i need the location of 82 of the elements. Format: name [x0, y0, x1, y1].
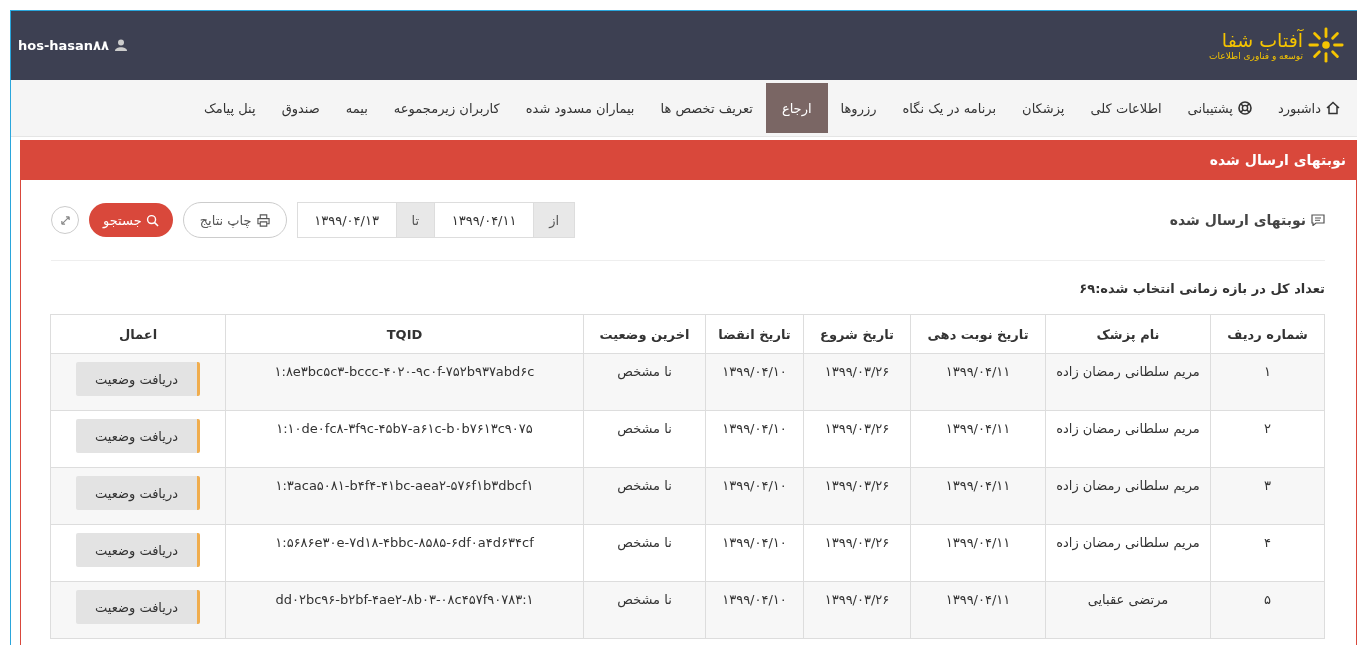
- get-status-button[interactable]: دریافت وضعیت: [76, 476, 200, 510]
- nav-tab[interactable]: کاربران زیرمجموعه: [380, 83, 513, 133]
- get-status-button[interactable]: دریافت وضعیت: [76, 419, 200, 453]
- nav-tab[interactable]: پزشکان: [1009, 83, 1078, 133]
- sun-logo-icon: [1307, 26, 1345, 64]
- nav-tab[interactable]: داشبورد: [1265, 83, 1353, 133]
- get-status-button[interactable]: دریافت وضعیت: [76, 362, 200, 396]
- table-cell: نا مشخص: [583, 581, 706, 639]
- nav-tab[interactable]: تعریف تخصص ها: [647, 83, 766, 133]
- table-cell: ۱:۱۰de۰fc۸-۳f۹c-۴۵b۷-a۶۱c-b۰b۷۶۱۳c۹۰۷۵: [225, 410, 584, 468]
- table-cell: ۵: [1210, 581, 1325, 639]
- table-cell: ۱:۸e۳bc۵c۳-bccc-۴۰۲۰-۹c۰f-۷۵۲b۹۳۷abd۶c: [225, 353, 584, 411]
- nav-tab[interactable]: بیمه: [332, 83, 381, 133]
- table-cell: ۱:۳aca۵۰۸۱-b۴f۴-۴۱bc-aea۲-۵۷۶f۱b۳dbcf۱: [225, 467, 584, 525]
- table-cell: ۱۳۹۹/۰۴/۱۱: [910, 467, 1046, 525]
- table-cell: نا مشخص: [583, 410, 706, 468]
- table-cell: ۱۳۹۹/۰۳/۲۶: [803, 581, 911, 639]
- get-status-button[interactable]: دریافت وضعیت: [76, 590, 200, 624]
- user-menu[interactable]: hos-hasan۸۸: [18, 37, 127, 53]
- table-cell: مریم سلطانی رمضان زاده: [1045, 353, 1211, 411]
- to-date-field[interactable]: ۱۳۹۹/۰۴/۱۳: [296, 202, 397, 238]
- column-header: تاریخ انقضا: [705, 314, 804, 354]
- nav-tab[interactable]: اطلاعات کلی: [1077, 83, 1175, 133]
- table-cell: dd۰۲bc۹۶-b۲bf-۴ae۲-۸b۰۳-۰۸c۴۵۷f۹۰۷۸۳:۱: [225, 581, 584, 639]
- column-header: اعمال: [50, 314, 226, 354]
- section-title: نوبتهای ارسال شده: [1169, 212, 1306, 228]
- column-header: تاریخ نوبت دهی: [910, 314, 1046, 354]
- table-cell: ۱۳۹۹/۰۳/۲۶: [803, 467, 911, 525]
- table-cell: مرتضی عقبایی: [1045, 581, 1211, 639]
- table-cell: ۱۳۹۹/۰۴/۱۱: [910, 524, 1046, 582]
- print-button[interactable]: چاپ نتایج: [182, 202, 287, 238]
- logo-title: آفتاب شفا: [1220, 29, 1303, 51]
- table-cell: مریم سلطانی رمضان زاده: [1045, 467, 1211, 525]
- table-cell: ۱: [1210, 353, 1325, 411]
- nav-tab[interactable]: پشتیبانی: [1174, 83, 1265, 133]
- table-cell: ۱۳۹۹/۰۴/۱۰: [705, 410, 804, 468]
- table-cell: نا مشخص: [583, 353, 706, 411]
- comment-icon: [1311, 214, 1325, 226]
- column-header: TQID: [225, 314, 584, 354]
- table-cell: ۲: [1210, 410, 1325, 468]
- nav-tab[interactable]: بیماران مسدود شده: [512, 83, 648, 133]
- table-cell: نا مشخص: [583, 524, 706, 582]
- table-cell: ۱۳۹۹/۰۴/۱۰: [705, 581, 804, 639]
- table-cell: ۴: [1210, 524, 1325, 582]
- table-cell: نا مشخص: [583, 467, 706, 525]
- table-cell: مریم سلطانی رمضان زاده: [1045, 524, 1211, 582]
- table-cell: ۱۳۹۹/۰۴/۱۰: [705, 353, 804, 411]
- nav-tab[interactable]: برنامه در یک نگاه: [889, 83, 1010, 133]
- table-cell: مریم سلطانی رمضان زاده: [1045, 410, 1211, 468]
- search-button[interactable]: جستجو: [89, 203, 173, 237]
- from-label: از: [534, 202, 576, 238]
- table-cell: ۱۳۹۹/۰۴/۱۰: [705, 524, 804, 582]
- column-header: نام پزشک: [1045, 314, 1211, 354]
- table-cell: ۱۳۹۹/۰۴/۱۰: [705, 467, 804, 525]
- printer-icon: [256, 213, 270, 227]
- panel-title: نوبتهای ارسال شده: [1209, 152, 1346, 168]
- lifebuoy-icon: [1238, 101, 1252, 115]
- table-cell: ۱۳۹۹/۰۴/۱۱: [910, 581, 1046, 639]
- to-label: تا: [396, 202, 435, 238]
- table-cell: ۱۳۹۹/۰۳/۲۶: [803, 410, 911, 468]
- logo-subtitle: توسعه و فناوری اطلاعات: [1209, 51, 1303, 61]
- from-date-field[interactable]: ۱۳۹۹/۰۴/۱۱: [434, 202, 535, 238]
- total-count: تعداد کل در بازه زمانی انتخاب شده:۶۹: [1078, 280, 1325, 298]
- expand-icon: [59, 214, 71, 226]
- home-icon: [1326, 101, 1340, 115]
- table-cell: ۱۳۹۹/۰۴/۱۱: [910, 353, 1046, 411]
- table-cell: ۱۳۹۹/۰۴/۱۱: [910, 410, 1046, 468]
- table-cell: ۳: [1210, 467, 1325, 525]
- user-icon: [115, 39, 127, 51]
- column-header: تاریخ شروع: [803, 314, 911, 354]
- column-header: شماره ردیف: [1210, 314, 1325, 354]
- nav-tab[interactable]: صندوق: [268, 83, 333, 133]
- table-cell: ۱:۵۶۸۶e۳۰e-۷d۱۸-۴bbc-۸۵۸۵-۶df۰a۴d۶۳۴cf: [225, 524, 584, 582]
- get-status-button[interactable]: دریافت وضعیت: [76, 533, 200, 567]
- column-header: اخرین وضعیت: [583, 314, 706, 354]
- table-cell: ۱۳۹۹/۰۳/۲۶: [803, 353, 911, 411]
- nav-tab[interactable]: پنل پیامک: [191, 83, 269, 133]
- expand-button[interactable]: [51, 206, 79, 234]
- table-cell: ۱۳۹۹/۰۳/۲۶: [803, 524, 911, 582]
- search-icon: [145, 213, 159, 227]
- nav-tab[interactable]: ارجاع: [765, 83, 828, 133]
- nav-tab[interactable]: رزروها: [827, 83, 890, 133]
